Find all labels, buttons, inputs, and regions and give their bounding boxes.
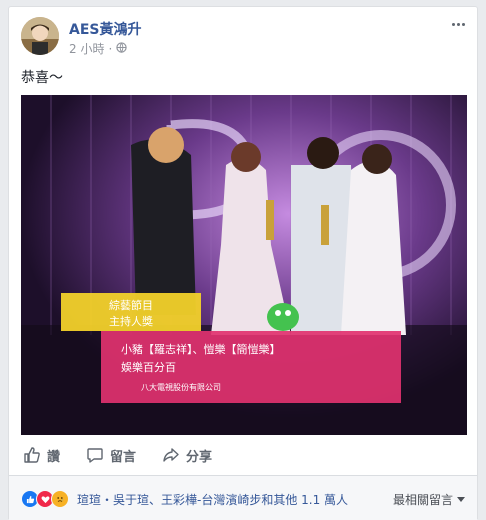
like-label: 讚 bbox=[47, 449, 61, 465]
like-button[interactable]: 讚 bbox=[21, 441, 62, 469]
author-name[interactable]: AES黃鴻升 bbox=[69, 19, 141, 39]
post-card: AES黃鴻升 2 小時 · 恭喜～ 綜藝節目 主持人獎 小豬【羅志祥】、愷樂【簡… bbox=[8, 6, 478, 520]
comment-label: 留言 bbox=[110, 449, 137, 465]
avatar[interactable] bbox=[21, 17, 59, 55]
post-photo[interactable]: DS 綜藝節目 主持人獎 小豬【羅志祥】、愷樂【簡愷樂】 娛樂百分百 八大電視股… bbox=[21, 95, 467, 435]
reaction-icons[interactable] bbox=[21, 490, 69, 508]
comment-sort-dropdown[interactable]: 最相關留言 bbox=[393, 491, 465, 508]
award-category-line2: 主持人獎 bbox=[109, 314, 153, 328]
comment-button[interactable]: 留言 bbox=[84, 441, 138, 469]
share-icon bbox=[163, 448, 179, 462]
caret-down-icon bbox=[457, 496, 465, 502]
likers-text[interactable]: 瑄瑄・吳于瑄、王彩樺-台灣濱崎步和其他 1.1 萬人 bbox=[77, 491, 348, 508]
post-meta: 2 小時 · bbox=[69, 40, 127, 57]
reactions-footer: 瑄瑄・吳于瑄、王彩樺-台灣濱崎步和其他 1.1 萬人 最相關留言 bbox=[9, 475, 477, 520]
award-company: 八大電視股份有限公司 bbox=[141, 382, 221, 392]
share-label: 分享 bbox=[186, 449, 213, 465]
post-text: 恭喜～ bbox=[21, 70, 63, 86]
sad-reaction-icon bbox=[51, 490, 69, 508]
award-program: 娛樂百分百 bbox=[121, 360, 176, 374]
action-bar: 讚 留言 分享 bbox=[21, 439, 467, 471]
more-options-icon[interactable] bbox=[449, 19, 467, 29]
comment-icon bbox=[87, 448, 103, 463]
thumbs-up-icon bbox=[24, 447, 40, 463]
award-winners: 小豬【羅志祥】、愷樂【簡愷樂】 bbox=[121, 342, 281, 356]
award-category-line1: 綜藝節目 bbox=[109, 298, 153, 312]
globe-icon bbox=[116, 41, 127, 56]
timestamp[interactable]: 2 小時 bbox=[69, 40, 104, 57]
share-button[interactable]: 分享 bbox=[160, 441, 214, 469]
comment-sort-label: 最相關留言 bbox=[392, 493, 453, 507]
